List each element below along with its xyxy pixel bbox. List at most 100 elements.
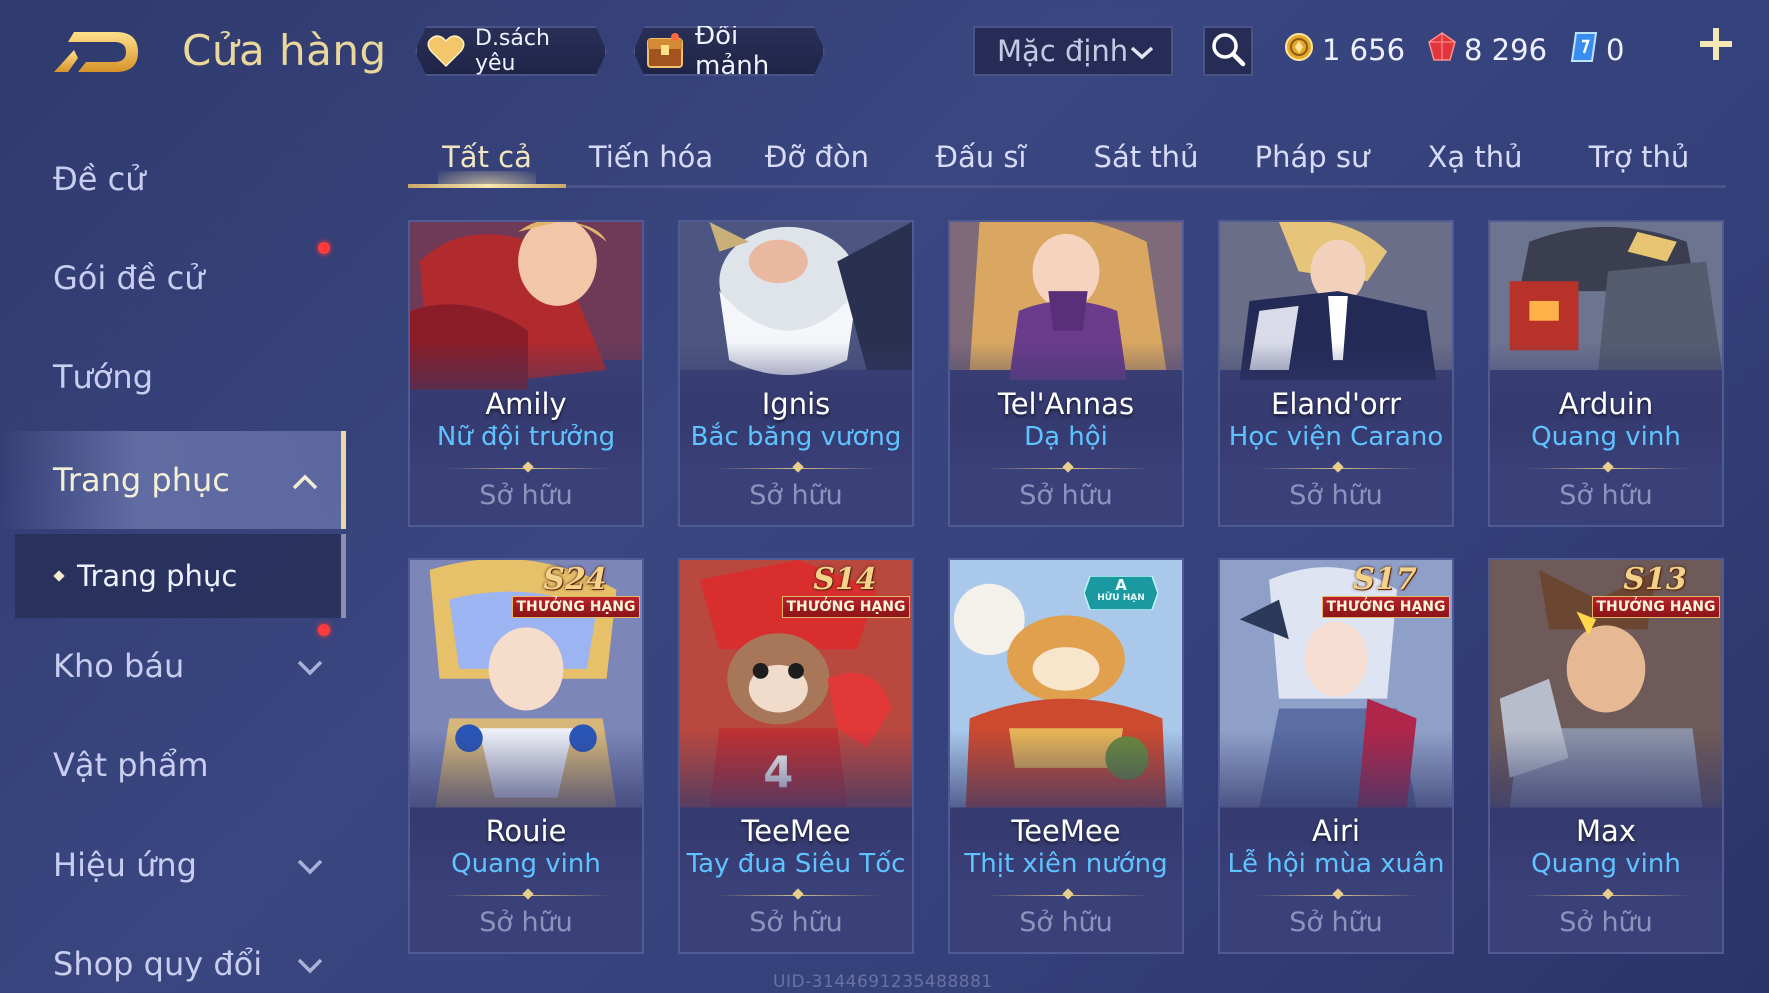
sidebar-item-heroes[interactable]: Tướng: [0, 331, 346, 423]
limited-label: HỮU HẠN: [1097, 593, 1145, 603]
sidebar: Đề cử Gói đề cử Tướng Trang phục Trang p…: [0, 130, 346, 993]
chevron-down-icon: [296, 647, 324, 685]
hero-name: TeeMee: [1011, 814, 1121, 848]
chevron-up-icon: [291, 461, 319, 499]
add-currency-button[interactable]: [1696, 24, 1736, 68]
rank-reward-label: THƯỞNG HẠNG: [782, 596, 910, 618]
skin-name: Quang vinh: [1531, 422, 1681, 452]
rank-reward-label: THƯỞNG HẠNG: [1322, 596, 1450, 618]
rank-reward-badge: S24 THƯỞNG HẠNG: [510, 560, 642, 622]
tab-label: Xạ thủ: [1427, 139, 1523, 174]
skin-name: Tay đua Siêu Tốc: [686, 849, 906, 879]
sidebar-item-label: Đề cử: [53, 160, 146, 198]
sidebar-item-recommended-packs[interactable]: Gói đề cử: [0, 232, 346, 324]
notification-dot: [318, 242, 330, 254]
tab-label: Đỡ đòn: [765, 139, 869, 174]
sidebar-item-exchange-shop[interactable]: Shop quy đổi: [0, 918, 346, 993]
season-label: S14: [813, 562, 877, 597]
tab-all[interactable]: Tất cả: [408, 128, 566, 188]
tab-active-underline: [408, 184, 566, 188]
voucher-icon: [1570, 31, 1598, 70]
sidebar-item-skins[interactable]: Trang phục: [0, 431, 346, 529]
hero-name: Rouie: [485, 814, 567, 848]
sort-dropdown[interactable]: Mặc định: [973, 26, 1173, 76]
skin-name: Quang vinh: [451, 849, 601, 879]
sidebar-item-label: Gói đề cử: [53, 259, 205, 297]
rank-reward-badge: S13 THƯỞNG HẠNG: [1590, 560, 1722, 622]
sidebar-item-recommended[interactable]: Đề cử: [0, 133, 346, 225]
tab-fighter[interactable]: Đấu sĩ: [908, 128, 1054, 185]
ownership-status: Sở hữu: [1559, 480, 1653, 511]
ownership-status: Sở hữu: [479, 480, 573, 511]
sidebar-item-label: Tướng: [53, 358, 153, 396]
sidebar-item-label: Trang phục: [53, 461, 230, 499]
top-bar: Cửa hàng D.sách yêu Đổi mảnh Mặc định 1 …: [0, 0, 1769, 100]
voucher-amount: 0: [1606, 33, 1625, 67]
skin-card[interactable]: Eland'orr Học viện Carano Sở hữu: [1218, 220, 1454, 527]
uid-watermark: UID-3144691235488881: [773, 972, 993, 992]
gem-amount: 8 296: [1464, 33, 1548, 67]
skin-name: Học viện Carano: [1228, 422, 1444, 452]
tab-label: Sát thủ: [1093, 139, 1199, 174]
season-label: S17: [1353, 562, 1417, 597]
skin-card[interactable]: TeeMee Thịt xiên nướng Sở hữu A HỮU HẠN: [948, 558, 1184, 954]
skin-card[interactable]: Arduin Quang vinh Sở hữu: [1488, 220, 1724, 527]
hero-name: Max: [1576, 814, 1636, 848]
bullet-icon: [53, 570, 65, 582]
chevron-down-icon: [1129, 34, 1155, 68]
skin-name: Dạ hội: [1024, 422, 1108, 452]
tab-label: Tất cả: [442, 139, 532, 174]
skin-name: Thịt xiên nướng: [964, 849, 1168, 879]
ownership-status: Sở hữu: [1019, 480, 1113, 511]
skin-card[interactable]: Rouie Quang vinh Sở hữu S24 THƯỞNG HẠNG: [408, 558, 644, 954]
rank-reward-badge: S17 THƯỞNG HẠNG: [1320, 560, 1452, 622]
sidebar-item-label: Vật phẩm: [53, 746, 209, 784]
sidebar-subitem-skins[interactable]: Trang phục: [15, 534, 346, 618]
sidebar-item-label: Hiệu ứng: [53, 846, 197, 884]
skin-name: Bắc băng vương: [690, 422, 902, 452]
sidebar-item-effects[interactable]: Hiệu ứng: [0, 819, 346, 911]
ownership-status: Sở hữu: [1019, 907, 1113, 938]
gold-amount: 1 656: [1322, 33, 1406, 67]
limited-time-badge: A HỮU HẠN: [1084, 576, 1158, 610]
favorites-button[interactable]: D.sách yêu: [415, 26, 607, 76]
hero-name: Amily: [485, 387, 567, 421]
tab-support[interactable]: Trợ thủ: [1566, 128, 1712, 185]
gem-balance: 8 296: [1428, 28, 1547, 72]
sidebar-item-label: Kho báu: [53, 647, 185, 685]
skin-card[interactable]: Tel'Annas Dạ hội Sở hữu: [948, 220, 1184, 527]
ownership-status: Sở hữu: [1559, 907, 1653, 938]
hero-name: Eland'orr: [1271, 387, 1401, 421]
search-icon: [1210, 31, 1246, 71]
tab-mage[interactable]: Pháp sư: [1239, 128, 1385, 185]
tab-label: Trợ thủ: [1588, 139, 1690, 174]
skin-card[interactable]: Airi Lễ hội mùa xuân Sở hữu S17 THƯỞNG H…: [1218, 558, 1454, 954]
sidebar-item-label: Shop quy đổi: [53, 945, 263, 983]
sidebar-item-label: Trang phục: [77, 559, 238, 593]
skin-card[interactable]: 4 TeeMee Tay đua Siêu Tốc Sở hữu S14 THƯ…: [678, 558, 914, 954]
hero-name: Tel'Annas: [997, 387, 1135, 421]
gold-balance: 1 656: [1284, 28, 1405, 72]
season-label: S24: [543, 562, 607, 597]
skin-card[interactable]: Ignis Bắc băng vương Sở hữu: [678, 220, 914, 527]
hero-name: Arduin: [1558, 387, 1654, 421]
skin-name: Nữ đội trưởng: [436, 422, 616, 452]
skin-card[interactable]: Max Quang vinh Sở hữu S13 THƯỞNG HẠNG: [1488, 558, 1724, 954]
back-arrow-icon[interactable]: [52, 28, 144, 80]
skin-name: Quang vinh: [1531, 849, 1681, 879]
tab-marksman[interactable]: Xạ thủ: [1402, 128, 1548, 185]
skin-card[interactable]: Amily Nữ đội trưởng Sở hữu: [408, 220, 644, 527]
sidebar-item-items[interactable]: Vật phẩm: [0, 719, 346, 811]
skin-name: Lễ hội mùa xuân: [1227, 849, 1445, 879]
sidebar-item-treasure[interactable]: Kho báu: [0, 620, 346, 712]
season-label: S13: [1623, 562, 1687, 597]
skin-grid: Amily Nữ đội trưởng Sở hữu Ignis Bắc băn…: [408, 220, 1726, 993]
tab-tank[interactable]: Đỡ đòn: [744, 128, 890, 185]
tab-evolution[interactable]: Tiến hóa: [578, 128, 724, 185]
tab-assassin[interactable]: Sát thủ: [1073, 128, 1219, 185]
sort-selected-label: Mặc định: [997, 34, 1129, 68]
search-button[interactable]: [1203, 26, 1253, 76]
category-tabs: Tất cả Tiến hóa Đỡ đòn Đấu sĩ Sát thủ Ph…: [408, 128, 1726, 188]
exchange-fragments-button[interactable]: Đổi mảnh: [633, 26, 825, 76]
ownership-status: Sở hữu: [749, 480, 843, 511]
